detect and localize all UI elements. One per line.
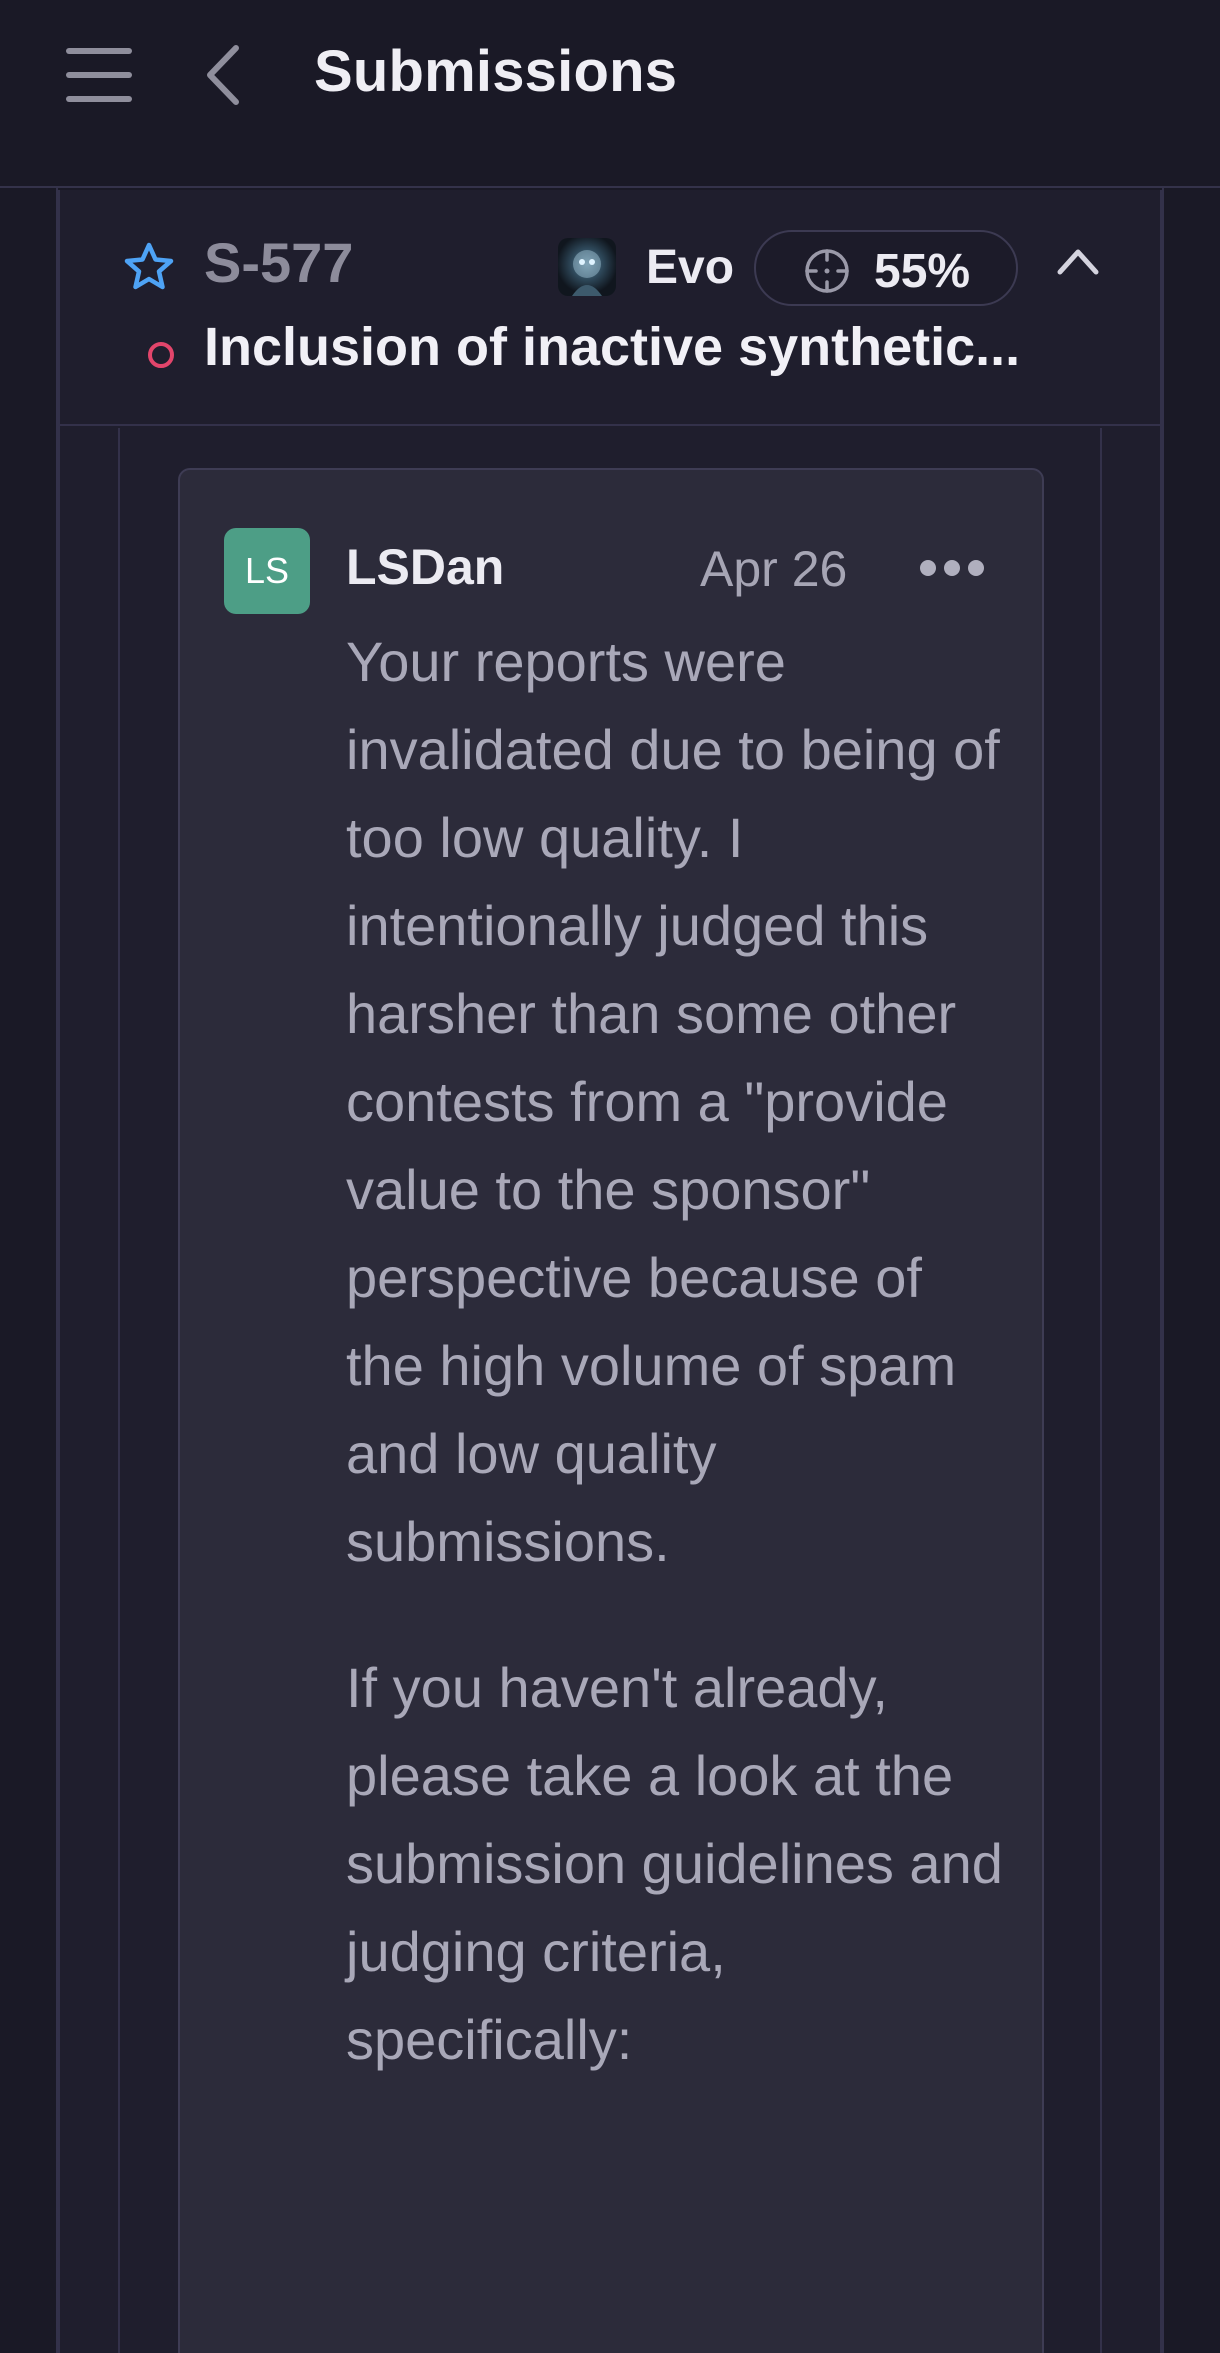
- author-avatar: [558, 238, 616, 296]
- back-button[interactable]: [200, 40, 248, 110]
- more-horizontal-icon: [944, 560, 960, 576]
- author-name: Evo: [646, 241, 735, 294]
- comment-paragraph: Your reports were invalidated due to bei…: [346, 630, 1000, 1573]
- hamburger-icon-bar: [66, 48, 132, 54]
- comment-card: LS LSDan Apr 26 Your reports were invali…: [178, 468, 1044, 2353]
- avatar-image-icon: [572, 250, 602, 296]
- commenter-avatar: LS: [224, 528, 310, 614]
- submission-header[interactable]: S-577 Evo 55% Inclusion of inactive synt…: [60, 190, 1160, 426]
- chevron-up-icon: [1057, 249, 1099, 275]
- crosshair-icon: [805, 249, 849, 293]
- thread-line-right: [1100, 428, 1102, 2353]
- more-horizontal-icon: [920, 560, 936, 576]
- hamburger-icon-bar: [66, 96, 132, 102]
- more-horizontal-icon: [968, 560, 984, 576]
- more-options-button[interactable]: [920, 560, 984, 582]
- hamburger-icon-bar: [66, 72, 132, 78]
- comment-author[interactable]: LSDan: [346, 538, 504, 596]
- submission-id: S-577: [204, 231, 354, 294]
- comment-date: Apr 26: [700, 541, 848, 597]
- collapse-button[interactable]: [1052, 240, 1104, 280]
- comment-paragraph: If you haven't already, please take a lo…: [346, 1656, 1003, 2071]
- score-badge: 55%: [754, 230, 1018, 306]
- hamburger-menu-button[interactable]: [66, 48, 132, 104]
- app-root: Submissions S-577 Evo 55% Inclusion of i…: [0, 0, 1220, 2353]
- chevron-left-icon: [207, 45, 239, 105]
- right-rail: [1162, 188, 1164, 2353]
- status-indicator-icon: [148, 342, 174, 368]
- thread-line-left: [118, 428, 120, 2353]
- submission-panel: S-577 Evo 55% Inclusion of inactive synt…: [58, 190, 1162, 2353]
- comment-body: Your reports were invalidated due to bei…: [346, 618, 1006, 2142]
- top-bar: Submissions: [0, 0, 1220, 188]
- star-outline-icon[interactable]: [122, 240, 176, 294]
- score-value: 55%: [874, 245, 971, 298]
- submission-title[interactable]: Inclusion of inactive synthetic...: [204, 316, 1104, 378]
- page-title: Submissions: [314, 39, 678, 104]
